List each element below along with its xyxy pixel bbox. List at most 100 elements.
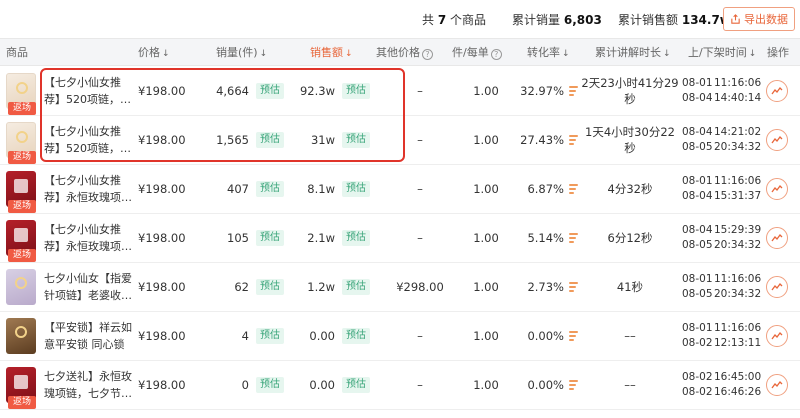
other-price-cell: –	[417, 231, 423, 245]
estimate-tag: 预估	[256, 230, 284, 246]
amount-cell: 2.1w 预估	[290, 214, 370, 262]
price-cell: ¥198.00	[138, 378, 186, 392]
duration-cell: ––	[624, 378, 636, 392]
price-cell: ¥198.00	[138, 84, 186, 98]
help-circle-icon[interactable]: ?	[422, 49, 433, 60]
product-title[interactable]: 【七夕小仙女推荐】520项链，…	[44, 123, 134, 157]
conversion-cell: 32.97%	[510, 67, 578, 115]
col-listing-time[interactable]: 上/下架时间 ↓	[688, 39, 756, 67]
col-price[interactable]: 价格 ↓	[138, 39, 170, 67]
per-order-cell: 1.00	[473, 231, 499, 245]
amount-cell: 8.1w 预估	[290, 165, 370, 213]
export-label: 导出数据	[744, 13, 788, 26]
price-cell: ¥198.00	[138, 133, 186, 147]
back-badge: 返场	[8, 102, 36, 115]
listing-time-cell: 08-0415:29:39 08-0520:34:32	[682, 224, 762, 251]
listing-time-cell: 08-0111:16:06 08-0415:31:37	[682, 175, 762, 202]
price-cell: ¥198.00	[138, 231, 186, 245]
listing-time-cell: 08-0111:16:06 08-0414:40:14	[682, 77, 762, 104]
table-row[interactable]: 返场 【七夕小仙女推荐】520项链，… ¥198.00 4,664 预估 92.3…	[0, 67, 800, 116]
other-price-cell: –	[417, 378, 423, 392]
table-row[interactable]: 返场 七夕送礼】永恒玫瑰项链，七夕节… ¥198.00 0 预估 0.00 预估 –…	[0, 361, 800, 410]
col-product: 商品	[6, 46, 28, 59]
trend-chart-icon	[771, 381, 783, 389]
estimate-tag: 预估	[342, 132, 370, 148]
product-title[interactable]: 【平安锁】祥云如意平安锁 同心锁 …	[44, 319, 134, 353]
duration-cell: 4分32秒	[607, 182, 653, 196]
table-row[interactable]: 返场 【七夕小仙女推荐】永恒玫瑰项… ¥198.00 407 预估 8.1w 预估 …	[0, 165, 800, 214]
bars-icon[interactable]	[569, 282, 578, 292]
back-badge: 返场	[8, 200, 36, 213]
col-action: 操作	[767, 46, 789, 59]
estimate-tag: 预估	[342, 230, 370, 246]
trend-chart-button[interactable]	[766, 178, 788, 200]
price-cell: ¥198.00	[138, 329, 186, 343]
product-title[interactable]: 【七夕小仙女推荐】520项链，…	[44, 74, 134, 108]
estimate-tag: 预估	[342, 279, 370, 295]
table-row[interactable]: 【平安锁】祥云如意平安锁 同心锁 … ¥198.00 4预估 0.00预估 – …	[0, 312, 800, 361]
per-order-cell: 1.00	[473, 378, 499, 392]
duration-cell: 6分12秒	[607, 231, 653, 245]
estimate-tag: 预估	[256, 181, 284, 197]
per-order-cell: 1.00	[473, 329, 499, 343]
estimate-tag: 预估	[256, 279, 284, 295]
trend-chart-icon	[771, 332, 783, 340]
amount-cell: 1.2w 预估	[290, 263, 370, 311]
product-thumbnail[interactable]	[6, 318, 36, 354]
per-order-cell: 1.00	[473, 182, 499, 196]
sales-cell: 62 预估	[200, 263, 284, 311]
table-row[interactable]: 返场 【七夕小仙女推荐】永恒玫瑰项… ¥198.00 105 预估 2.1w 预估 …	[0, 214, 800, 263]
estimate-tag: 预估	[256, 83, 284, 99]
conversion-cell: 0.00%	[510, 361, 578, 409]
trend-chart-icon	[771, 87, 783, 95]
col-conversion[interactable]: 转化率 ↓	[527, 39, 570, 67]
duration-cell: 2天23小时41分29秒	[581, 76, 679, 106]
col-sales[interactable]: 销量(件) ↓	[216, 39, 267, 67]
duration-cell: ––	[624, 329, 636, 343]
trend-chart-button[interactable]	[766, 325, 788, 347]
back-badge: 返场	[8, 151, 36, 164]
listing-time-cell: 08-0414:21:02 08-0520:34:32	[682, 126, 762, 153]
estimate-tag: 预估	[256, 328, 284, 344]
summary-bar: 共 7 个商品 累计销量 6,803 累计销售额 134.7w 导出数据	[0, 0, 800, 38]
export-icon	[731, 13, 740, 24]
bars-icon[interactable]	[569, 331, 578, 341]
listing-time-cell: 08-0216:45:00 08-0216:46:26	[682, 371, 762, 398]
table-row[interactable]: 返场 【七夕小仙女推荐】520项链，… ¥198.00 1,565 预估 31w 预…	[0, 116, 800, 165]
other-price-cell: –	[417, 84, 423, 98]
bars-icon[interactable]	[569, 380, 578, 390]
trend-chart-button[interactable]	[766, 80, 788, 102]
product-title[interactable]: 七夕送礼】永恒玫瑰项链，七夕节…	[44, 368, 134, 402]
trend-chart-button[interactable]	[766, 276, 788, 298]
estimate-tag: 预估	[256, 377, 284, 393]
back-badge: 返场	[8, 396, 36, 409]
per-order-cell: 1.00	[473, 133, 499, 147]
trend-chart-button[interactable]	[766, 227, 788, 249]
per-order-cell: 1.00	[473, 280, 499, 294]
bars-icon[interactable]	[569, 233, 578, 243]
product-title[interactable]: 【七夕小仙女推荐】永恒玫瑰项…	[44, 172, 134, 206]
per-order-cell: 1.00	[473, 84, 499, 98]
conversion-cell: 5.14%	[510, 214, 578, 262]
product-thumbnail[interactable]	[6, 269, 36, 305]
estimate-tag: 预估	[342, 181, 370, 197]
col-duration[interactable]: 累计讲解时长 ↓	[595, 39, 671, 67]
table-row[interactable]: 七夕小仙女【指爱针项链】老婆收… ¥198.00 62 预估 1.2w 预估 ¥29…	[0, 263, 800, 312]
estimate-tag: 预估	[342, 83, 370, 99]
trend-chart-button[interactable]	[766, 129, 788, 151]
bars-icon[interactable]	[569, 184, 578, 194]
export-button[interactable]: 导出数据	[723, 7, 795, 31]
product-title[interactable]: 七夕小仙女【指爱针项链】老婆收…	[44, 270, 134, 304]
amount-cell: 92.3w 预估	[290, 67, 370, 115]
other-price-cell: –	[417, 329, 423, 343]
bars-icon[interactable]	[569, 86, 578, 96]
estimate-tag: 预估	[342, 328, 370, 344]
bars-icon[interactable]	[569, 135, 578, 145]
trend-chart-icon	[771, 234, 783, 242]
col-amount[interactable]: 销售额 ↓	[310, 39, 353, 67]
product-title[interactable]: 【七夕小仙女推荐】永恒玫瑰项…	[44, 221, 134, 255]
help-circle-icon[interactable]: ?	[490, 49, 502, 60]
sales-cell: 407 预估	[200, 165, 284, 213]
col-other-price: 其他价格?	[376, 39, 433, 67]
trend-chart-button[interactable]	[766, 374, 788, 396]
